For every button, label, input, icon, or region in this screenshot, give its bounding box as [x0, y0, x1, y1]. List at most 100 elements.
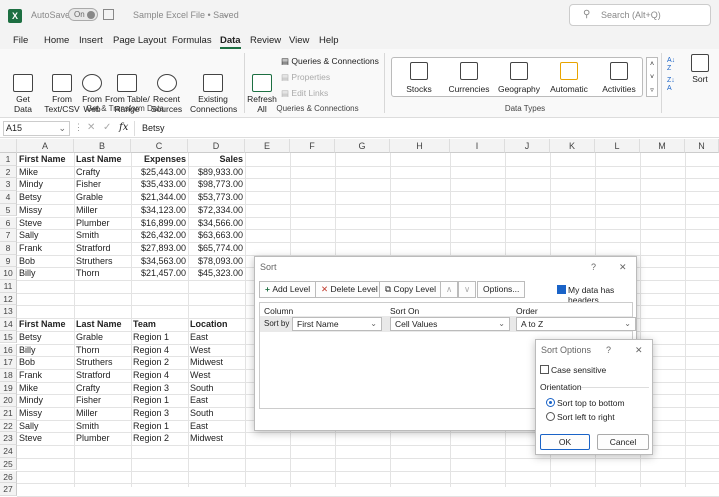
- row-header[interactable]: 7: [0, 229, 17, 242]
- row-header[interactable]: 10: [0, 267, 17, 280]
- row-header[interactable]: 25: [0, 457, 17, 471]
- cell-d15[interactable]: East: [190, 331, 243, 344]
- cell-d19[interactable]: South: [190, 382, 243, 395]
- cell-a5[interactable]: Missy: [19, 204, 72, 217]
- cell-b3[interactable]: Fisher: [76, 178, 129, 191]
- cell-b10[interactable]: Thorn: [76, 267, 129, 280]
- name-box[interactable]: A15 ⌄: [3, 121, 70, 136]
- cell-d5[interactable]: $72,334.00: [190, 204, 243, 217]
- menu-review[interactable]: Review: [250, 35, 281, 46]
- cell-b8[interactable]: Stratford: [76, 242, 129, 255]
- cell-c4[interactable]: $21,344.00: [133, 191, 186, 204]
- cell-c7[interactable]: $26,432.00: [133, 229, 186, 242]
- cell-c20[interactable]: Region 1: [133, 394, 186, 407]
- help-button[interactable]: ?: [591, 262, 596, 272]
- cell-b15[interactable]: Grable: [76, 331, 129, 344]
- cell-c21[interactable]: Region 3: [133, 407, 186, 420]
- column-header-k[interactable]: K: [550, 139, 595, 153]
- cell-d23[interactable]: Midwest: [190, 432, 243, 445]
- row-header[interactable]: 13: [0, 305, 17, 319]
- row-header[interactable]: 5: [0, 203, 17, 217]
- left-right-radio[interactable]: [546, 412, 555, 421]
- autosave-toggle[interactable]: On: [68, 8, 98, 21]
- activities-button[interactable]: Activities: [594, 62, 644, 94]
- cell-c10[interactable]: $21,457.00: [133, 267, 186, 280]
- column-header-g[interactable]: G: [335, 139, 390, 153]
- cell-d1[interactable]: Sales: [190, 153, 243, 166]
- row-header[interactable]: 18: [0, 368, 17, 382]
- cell-d7[interactable]: $63,663.00: [190, 229, 243, 242]
- cell-a1[interactable]: First Name: [19, 153, 72, 166]
- refresh-all-button[interactable]: Refresh All: [247, 54, 277, 124]
- column-header-d[interactable]: D: [188, 139, 245, 153]
- case-sensitive-checkbox[interactable]: [540, 365, 549, 374]
- row-header[interactable]: 22: [0, 419, 17, 433]
- row-header[interactable]: 24: [0, 445, 17, 458]
- delete-level-button[interactable]: ✕ Delete Level: [315, 281, 384, 298]
- move-up-button[interactable]: ∧: [440, 281, 459, 298]
- column-header-h[interactable]: H: [390, 139, 450, 153]
- get-data-button[interactable]: Get Data: [10, 54, 36, 124]
- add-level-button[interactable]: + Add Level: [259, 281, 317, 298]
- cell-b21[interactable]: Miller: [76, 407, 129, 420]
- recent-sources-button[interactable]: Recent Sources: [149, 54, 184, 124]
- column-header-a[interactable]: A: [17, 139, 74, 153]
- cell-d22[interactable]: East: [190, 420, 243, 433]
- cell-c18[interactable]: Region 4: [133, 369, 186, 382]
- from-table-button[interactable]: From Table/ Range: [105, 54, 150, 124]
- cell-a15[interactable]: Betsy: [19, 331, 72, 344]
- top-bottom-radio[interactable]: [546, 398, 555, 407]
- menu-home[interactable]: Home: [44, 35, 69, 46]
- column-header-n[interactable]: N: [685, 139, 719, 153]
- cell-b14[interactable]: Last Name: [76, 318, 129, 331]
- column-header-m[interactable]: M: [640, 139, 685, 153]
- select-all-corner[interactable]: [0, 139, 17, 153]
- properties-button[interactable]: ▤ Properties: [281, 72, 330, 83]
- close-button[interactable]: ✕: [619, 262, 627, 273]
- cell-a21[interactable]: Missy: [19, 407, 72, 420]
- cell-d6[interactable]: $34,566.00: [190, 217, 243, 230]
- cell-a20[interactable]: Mindy: [19, 394, 72, 407]
- cell-a3[interactable]: Mindy: [19, 178, 72, 191]
- menu-view[interactable]: View: [289, 35, 309, 46]
- cell-b22[interactable]: Smith: [76, 420, 129, 433]
- cell-b2[interactable]: Crafty: [76, 166, 129, 179]
- cell-c2[interactable]: $25,443.00: [133, 166, 186, 179]
- cell-b23[interactable]: Plumber: [76, 432, 129, 445]
- sort-za-icon[interactable]: Z↓ A: [667, 77, 675, 93]
- sort-az-icon[interactable]: A↓ Z: [667, 57, 675, 73]
- row-header[interactable]: 4: [0, 191, 17, 204]
- from-web-button[interactable]: From Web: [79, 54, 105, 124]
- title-dropdown-icon[interactable]: ⌄: [222, 9, 230, 20]
- function-icon[interactable]: fx: [119, 122, 128, 133]
- cell-b19[interactable]: Crafty: [76, 382, 129, 395]
- cell-c22[interactable]: Region 1: [133, 420, 186, 433]
- row-header[interactable]: 12: [0, 292, 17, 306]
- formula-input[interactable]: Betsy: [142, 123, 165, 133]
- row-header[interactable]: 15: [0, 330, 17, 344]
- stocks-button[interactable]: Stocks: [394, 62, 444, 94]
- cell-b16[interactable]: Thorn: [76, 344, 129, 357]
- from-text-button[interactable]: From Text/CSV: [43, 54, 81, 124]
- cell-b4[interactable]: Grable: [76, 191, 129, 204]
- cell-a17[interactable]: Bob: [19, 356, 72, 369]
- help-button[interactable]: ?: [606, 345, 611, 355]
- edit-links-button[interactable]: ▤ Edit Links: [281, 88, 328, 99]
- row-header[interactable]: 26: [0, 470, 17, 484]
- cell-d9[interactable]: $78,093.00: [190, 255, 243, 268]
- row-header[interactable]: 23: [0, 432, 17, 446]
- automatic-button[interactable]: Automatic: [544, 62, 594, 94]
- menu-file[interactable]: File: [13, 35, 28, 46]
- cancel-button[interactable]: Cancel: [597, 434, 649, 450]
- column-header-i[interactable]: I: [450, 139, 505, 153]
- cell-d2[interactable]: $89,933.00: [190, 166, 243, 179]
- cell-b20[interactable]: Fisher: [76, 394, 129, 407]
- cell-d3[interactable]: $98,773.00: [190, 178, 243, 191]
- cell-a8[interactable]: Frank: [19, 242, 72, 255]
- column-header-j[interactable]: J: [505, 139, 550, 153]
- queries-connections-button[interactable]: ▤ Queries & Connections: [281, 56, 379, 67]
- currencies-button[interactable]: Currencies: [444, 62, 494, 94]
- cell-c5[interactable]: $34,123.00: [133, 204, 186, 217]
- row-header[interactable]: 6: [0, 216, 17, 230]
- order-select[interactable]: A to Z ⌄: [516, 317, 636, 331]
